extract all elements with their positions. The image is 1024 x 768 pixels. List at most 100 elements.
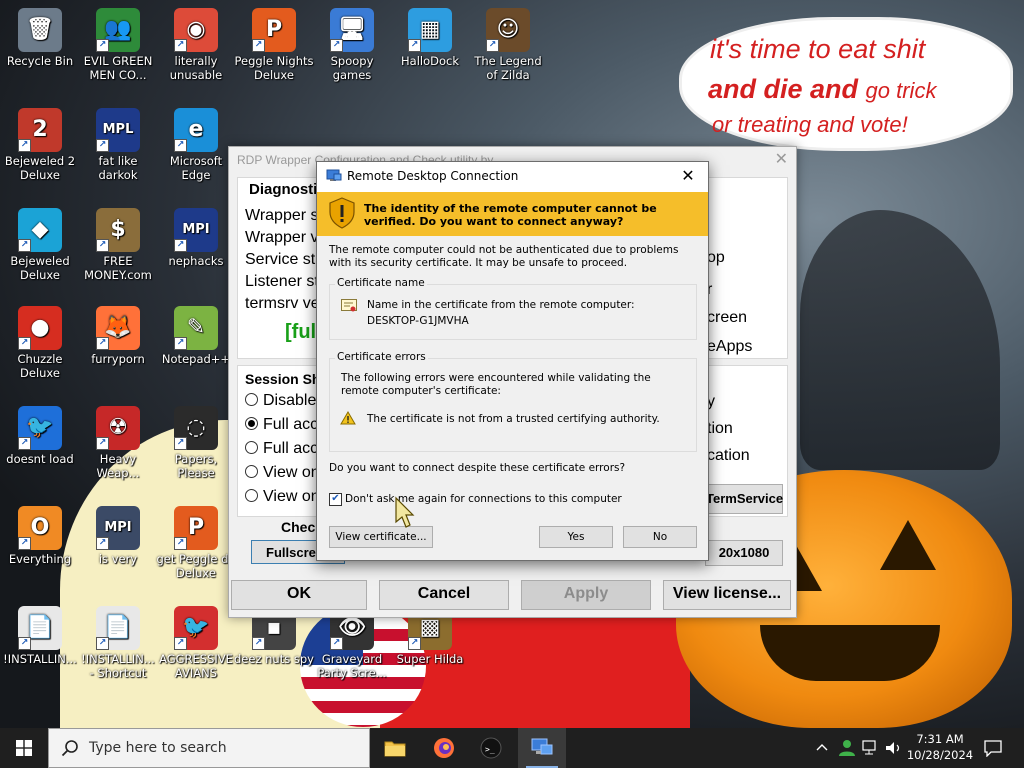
right-line-6: cation <box>707 447 750 464</box>
warning-banner: The identity of the remote computer cann… <box>317 192 708 236</box>
desktop-icon-label: is very <box>98 552 138 566</box>
view-license-button[interactable]: View license... <box>663 580 791 610</box>
desktop-icon[interactable]: 2 ↗ Bejeweled 2 Deluxe <box>0 108 80 182</box>
shortcut-arrow-icon: ↗ <box>174 337 187 350</box>
desktop-icon[interactable]: ◌ ↗ Papers, Please <box>156 406 236 480</box>
desktop-icon[interactable]: ◆ ↗ Bejeweled Deluxe <box>0 208 80 282</box>
chevron-up-icon[interactable] <box>816 742 828 752</box>
close-icon[interactable]: ✕ <box>676 165 700 187</box>
desktop-app-icon: 🗑 <box>18 8 62 52</box>
notification-icon[interactable] <box>984 739 1002 757</box>
diag-line-0: Wrapper s <box>245 207 319 224</box>
desktop-icon[interactable]: P ↗ Peggle Nights Deluxe <box>234 8 314 82</box>
dont-ask-checkbox[interactable]: ✔ <box>329 493 342 506</box>
radio-button[interactable] <box>245 489 258 502</box>
desktop-icon[interactable]: MPI ↗ nephacks <box>156 208 236 268</box>
desktop-icon[interactable]: 🗑 Recycle Bin <box>0 8 80 68</box>
radio-full-access-1[interactable]: Full acc <box>245 416 318 434</box>
taskbar-clock[interactable]: 7:31 AM 10/28/2024 <box>906 731 974 763</box>
desktop-icon-label: HalloDock <box>401 54 459 68</box>
close-icon[interactable]: ✕ <box>775 149 788 169</box>
radio-view-only-1[interactable]: View on <box>245 464 320 482</box>
network-icon[interactable] <box>862 740 880 756</box>
yes-button[interactable]: Yes <box>539 526 613 548</box>
apply-button[interactable]: Apply <box>521 580 651 610</box>
shortcut-arrow-icon: ↗ <box>18 537 31 550</box>
radio-label: Full acc <box>263 440 319 457</box>
firefox-icon <box>434 738 454 758</box>
taskbar-file-explorer[interactable] <box>371 728 419 768</box>
desktop-app-icon: P ↗ <box>252 8 296 52</box>
certificate-name-label: Certificate name <box>335 277 427 289</box>
desktop-app-icon: 🐦 ↗ <box>174 606 218 650</box>
warning-text: The identity of the remote computer cann… <box>364 202 657 228</box>
desktop-icon[interactable]: 🐦 ↗ doesnt load <box>0 406 80 466</box>
diag-line-4: termsrv ve <box>245 295 320 312</box>
radio-view-only-2[interactable]: View on <box>245 488 320 506</box>
desktop-icon[interactable]: $ ↗ FREE MONEY.com <box>78 208 158 282</box>
shortcut-arrow-icon: ↗ <box>330 39 343 52</box>
desktop-icon-label: Everything <box>8 552 72 566</box>
certificate-errors-label: Certificate errors <box>335 351 428 363</box>
desktop-icon[interactable]: 📄 ↗ !INSTALLIN... <box>0 606 80 666</box>
radio-button[interactable] <box>245 441 258 454</box>
desktop-app-icon: O ↗ <box>18 506 62 550</box>
dont-ask-label[interactable]: Don't ask me again for connections to th… <box>345 493 622 506</box>
desktop-app-icon: ☺ ↗ <box>486 8 530 52</box>
diag-line-1: Wrapper v <box>245 229 319 246</box>
desktop-app-icon: P ↗ <box>174 506 218 550</box>
desktop-icon-label: Bejeweled 2 Deluxe <box>4 154 76 182</box>
desktop-icon[interactable]: 🦊 ↗ furryporn <box>78 306 158 366</box>
right-line-3: eApps <box>707 338 753 355</box>
taskbar-firefox[interactable] <box>420 728 468 768</box>
desktop-icon[interactable]: 👥 ↗ EVIL GREEN MEN CO... <box>78 8 158 82</box>
volume-icon[interactable] <box>884 740 902 756</box>
dialog-title: Remote Desktop Connection <box>347 169 519 183</box>
shortcut-arrow-icon: ↗ <box>18 337 31 350</box>
diag-line-2: Service sta <box>245 251 325 268</box>
search-placeholder: Type here to search <box>89 740 227 756</box>
desktop-icon-label: literally unusable <box>169 54 223 82</box>
desktop-icon[interactable]: P ↗ get Peggle de Deluxe <box>156 506 236 580</box>
no-button[interactable]: No <box>623 526 697 548</box>
people-icon[interactable] <box>838 739 856 757</box>
taskbar-remote-desktop[interactable] <box>518 728 566 768</box>
desktop-icon[interactable]: MPI ↗ is very <box>78 506 158 566</box>
folder-icon <box>384 741 406 757</box>
desktop-icon[interactable]: ◉ ↗ literally unusable <box>156 8 236 82</box>
desktop-icon[interactable]: 🐦 ↗ AGGRESSIVE AVIANS <box>156 606 236 680</box>
terminal-icon: >_ <box>480 737 502 759</box>
termservice-button[interactable]: TermService <box>705 484 783 514</box>
radio-disable[interactable]: Disable <box>245 392 316 410</box>
desktop-icon[interactable]: e ↗ Microsoft Edge <box>156 108 236 182</box>
shortcut-arrow-icon: ↗ <box>486 39 499 52</box>
radio-button[interactable] <box>245 465 258 478</box>
ok-button[interactable]: OK <box>231 580 367 610</box>
bubble-line-2a: and die and <box>708 74 866 104</box>
desktop-icon[interactable]: 🖥 ↗ Spoopy games <box>312 8 392 82</box>
clock-time: 7:31 AM <box>916 732 964 746</box>
desktop-app-icon: ● ↗ <box>18 306 62 350</box>
radio-button[interactable] <box>245 417 258 430</box>
taskbar-search-box[interactable]: Type here to search <box>48 728 370 768</box>
desktop-icon[interactable]: ▦ ↗ HalloDock <box>390 8 470 68</box>
desktop-icon[interactable]: MPL ↗ fat like darkok <box>78 108 158 182</box>
desktop-icon[interactable]: ✎ ↗ Notepad++ <box>156 306 236 366</box>
resolution-button[interactable]: 20x1080 <box>705 540 783 566</box>
desktop-icon[interactable]: 📄 ↗ !INSTALLIN... - Shortcut <box>78 606 158 680</box>
taskbar-app-terminal[interactable]: >_ <box>467 728 515 768</box>
start-button[interactable] <box>0 728 48 768</box>
desktop-icon[interactable]: O ↗ Everything <box>0 506 80 566</box>
desktop-icon[interactable]: ● ↗ Chuzzle Deluxe <box>0 306 80 380</box>
view-certificate-button[interactable]: View certificate... <box>329 526 433 548</box>
shortcut-arrow-icon: ↗ <box>96 637 109 650</box>
desktop-icon[interactable]: ☺ ↗ The Legend of Zilda <box>468 8 548 82</box>
desktop-icon[interactable]: ☢ ↗ Heavy Weap... <box>78 406 158 480</box>
dialog-titlebar[interactable]: Remote Desktop Connection ✕ <box>317 162 708 192</box>
shortcut-arrow-icon: ↗ <box>174 239 187 252</box>
rdc-certificate-dialog[interactable]: Remote Desktop Connection ✕ The identity… <box>316 161 709 561</box>
radio-full-access-2[interactable]: Full acc <box>245 440 318 458</box>
shortcut-arrow-icon: ↗ <box>18 637 31 650</box>
cancel-button[interactable]: Cancel <box>379 580 509 610</box>
radio-button[interactable] <box>245 393 258 406</box>
